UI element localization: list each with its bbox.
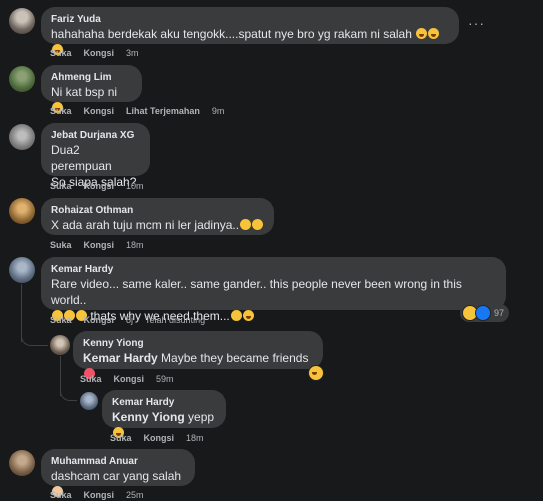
reply-bubble: Kenny Yiong Kemar Hardy Maybe they becam… [73, 331, 323, 379]
comment-bubble: Ahmeng Lim Ni kat bsp ni [41, 65, 142, 113]
timestamp[interactable]: 3m [126, 48, 139, 58]
share-button[interactable]: Kongsi [84, 315, 115, 325]
like-button[interactable]: Suka [50, 181, 72, 191]
comment-author[interactable]: Rohaizat Othman [51, 204, 264, 217]
mention-link[interactable]: Kenny Yiong [112, 410, 185, 424]
share-button[interactable]: Kongsi [84, 240, 115, 250]
avatar[interactable] [9, 124, 35, 150]
comment-text: X ada arah tuju mcm ni ler jadinya.. [51, 217, 264, 233]
like-button[interactable]: Suka [50, 315, 72, 325]
grin-emoji-icon [242, 310, 254, 321]
comment-bubble: Jebat Durjana XG Dua2 perempuan So siapa… [41, 123, 150, 189]
timestamp[interactable]: 25m [126, 490, 144, 500]
comment-author[interactable]: Kemar Hardy [51, 263, 496, 276]
like-button[interactable]: Suka [50, 48, 72, 58]
comment-actions: Suka Kongsi 59m [80, 373, 186, 385]
translate-button[interactable]: Lihat Terjemahan [126, 106, 200, 116]
avatar[interactable] [80, 392, 98, 410]
comment-actions: Suka Kongsi 25m [50, 489, 156, 501]
comment-actions: Suka Kongsi 3m [50, 47, 151, 59]
laugh-emoji-icon [428, 28, 440, 39]
comment-bubble: Fariz Yuda hahahaha berdekak aku tengokk… [41, 7, 459, 55]
thread-connector [60, 386, 77, 401]
comment-author[interactable]: Kemar Hardy [112, 396, 216, 409]
avatar[interactable] [50, 335, 70, 355]
like-button[interactable]: Suka [110, 433, 132, 443]
comment-actions: Suka Kongsi 18m [50, 239, 156, 251]
like-button[interactable]: Suka [50, 240, 72, 250]
avatar[interactable] [9, 257, 35, 283]
comment-actions: Suka Kongsi 8j Telah disunting [50, 314, 217, 326]
like-button[interactable]: Suka [80, 374, 102, 384]
avatar[interactable] [9, 450, 35, 476]
pointing-emoji-icon [230, 310, 242, 321]
like-button[interactable]: Suka [50, 106, 72, 116]
timestamp[interactable]: 9m [212, 106, 225, 116]
laugh-emoji-icon [416, 28, 428, 39]
comment-author[interactable]: Muhammad Anuar [51, 455, 185, 468]
reply-bubble: Kemar Hardy Kenny Yiong yepp [102, 390, 226, 438]
comment-author[interactable]: Ahmeng Lim [51, 71, 132, 84]
avatar[interactable] [9, 66, 35, 92]
share-button[interactable]: Kongsi [84, 181, 115, 191]
comment-author[interactable]: Kenny Yiong [83, 337, 313, 350]
timestamp[interactable]: 59m [156, 374, 174, 384]
share-button[interactable]: Kongsi [84, 490, 115, 500]
comment-actions: Suka Kongsi 10m [50, 180, 156, 192]
reaction-badge[interactable]: 97 [460, 304, 510, 322]
timestamp[interactable]: 18m [126, 240, 144, 250]
like-reaction-icon [475, 305, 491, 321]
timestamp[interactable]: 18m [186, 433, 204, 443]
comment-author[interactable]: Fariz Yuda [51, 13, 449, 26]
comment-bubble: Rohaizat Othman X ada arah tuju mcm ni l… [41, 198, 274, 235]
comment-author[interactable]: Jebat Durjana XG [51, 129, 140, 142]
comment-text-line: Dua2 perempuan [51, 143, 112, 173]
reaction-count: 97 [494, 308, 505, 318]
comment-text-line: Rare video... same kaler.. same gander..… [51, 277, 462, 307]
share-button[interactable]: Kongsi [84, 48, 115, 58]
comment-actions: Suka Kongsi 18m [110, 432, 216, 444]
avatar[interactable] [9, 8, 35, 34]
shocked-emoji-icon [252, 219, 264, 230]
share-button[interactable]: Kongsi [144, 433, 175, 443]
timestamp[interactable]: 10m [126, 181, 144, 191]
comment-actions: Suka Kongsi Lihat Terjemahan 9m [50, 105, 236, 117]
edited-label: Telah disunting [145, 315, 206, 325]
avatar[interactable] [9, 198, 35, 224]
comment-bubble: Kemar Hardy Rare video... same kaler.. s… [41, 257, 506, 323]
laugh-reaction-icon[interactable] [308, 365, 324, 381]
more-options-icon[interactable]: ··· [468, 15, 485, 31]
comment-bubble: Muhammad Anuar dashcam car yang salah [41, 449, 195, 497]
share-button[interactable]: Kongsi [84, 106, 115, 116]
timestamp[interactable]: 8j [126, 315, 133, 325]
like-button[interactable]: Suka [50, 490, 72, 500]
shocked-emoji-icon [240, 219, 252, 230]
share-button[interactable]: Kongsi [114, 374, 145, 384]
thread-connector [21, 325, 48, 346]
mention-link[interactable]: Kemar Hardy [83, 351, 158, 365]
